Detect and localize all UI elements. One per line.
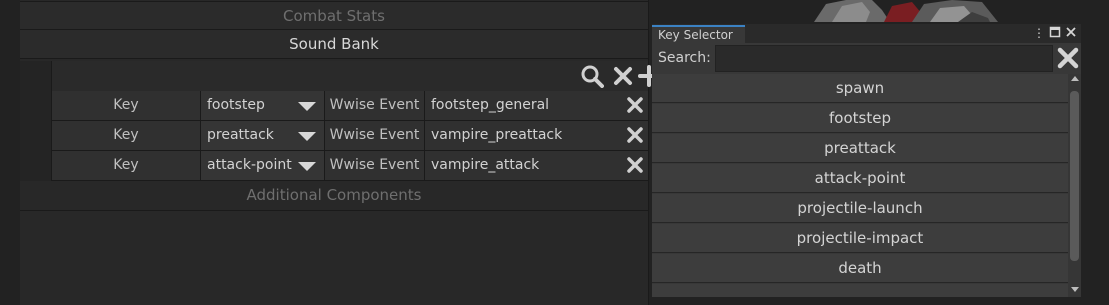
list-item[interactable]: preattack — [652, 134, 1068, 163]
search-label: Search: — [658, 50, 711, 66]
wwise-event-value: footstep_general — [431, 97, 550, 113]
table-row: Key footstep Wwise Event footstep_genera… — [52, 91, 648, 121]
key-dropdown[interactable]: footstep — [201, 91, 325, 120]
dropdown-arrow-icon — [298, 132, 316, 141]
wwise-event-value: vampire_preattack — [431, 127, 563, 143]
remove-row-icon[interactable] — [626, 126, 644, 144]
key-label: Key — [52, 91, 201, 120]
dropdown-arrow-icon — [298, 162, 316, 171]
wwise-event-value: vampire_attack — [431, 157, 540, 173]
close-icon[interactable] — [1064, 26, 1078, 40]
wwise-event-field[interactable]: vampire_attack — [425, 151, 648, 180]
section-combat-stats[interactable]: Combat Stats — [20, 1, 648, 30]
key-selector-window: Search: spawn footstep preattack attack-… — [652, 43, 1081, 297]
list-drag-gutter — [20, 61, 52, 181]
search-icon[interactable] — [580, 64, 604, 88]
key-list: spawn footstep preattack attack-point pr… — [652, 74, 1068, 297]
inspector-panel: Combat Stats Sound Bank Key footstep Wwi… — [20, 0, 660, 305]
key-dropdown-value: attack-point — [207, 157, 292, 173]
character-preview-image — [812, 0, 1002, 22]
key-label: Key — [52, 121, 201, 150]
scrollbar-thumb[interactable] — [1070, 91, 1079, 261]
dropdown-arrow-icon — [298, 102, 316, 111]
remove-row-icon[interactable] — [626, 156, 644, 174]
search-input[interactable] — [715, 45, 1053, 72]
key-dropdown[interactable]: preattack — [201, 121, 325, 150]
list-item[interactable]: projectile-impact — [652, 224, 1068, 253]
list-item[interactable]: attack-point — [652, 164, 1068, 193]
key-dropdown-value: footstep — [207, 97, 265, 113]
key-selector-tab-bar: Key Selector ⋮ — [652, 24, 1081, 43]
wwise-event-label: Wwise Event — [325, 151, 425, 180]
scroll-up-arrow-icon[interactable] — [1071, 76, 1079, 81]
list-item-partial[interactable] — [652, 284, 1068, 297]
table-row: Key preattack Wwise Event vampire_preatt… — [52, 121, 648, 151]
table-row: Key attack-point Wwise Event vampire_att… — [52, 151, 648, 181]
wwise-event-field[interactable]: vampire_preattack — [425, 121, 648, 150]
list-item[interactable]: footstep — [652, 104, 1068, 133]
list-item[interactable]: spawn — [652, 74, 1068, 103]
scroll-down-arrow-icon[interactable] — [1071, 287, 1079, 292]
section-additional-components[interactable]: Additional Components — [20, 181, 648, 211]
list-item[interactable]: death — [652, 254, 1068, 283]
section-sound-bank[interactable]: Sound Bank — [20, 30, 648, 59]
wwise-event-label: Wwise Event — [325, 121, 425, 150]
wwise-event-label: Wwise Event — [325, 91, 425, 120]
list-toolbar — [52, 61, 660, 92]
list-item[interactable]: projectile-launch — [652, 194, 1068, 223]
key-label: Key — [52, 151, 201, 180]
menu-kebab-icon[interactable]: ⋮ — [1032, 26, 1046, 40]
tab-key-selector[interactable]: Key Selector — [652, 25, 745, 43]
wwise-event-field[interactable]: footstep_general — [425, 91, 648, 120]
clear-icon[interactable] — [611, 64, 635, 88]
key-dropdown[interactable]: attack-point — [201, 151, 325, 180]
clear-search-icon[interactable] — [1057, 47, 1079, 69]
key-dropdown-value: preattack — [207, 127, 274, 143]
remove-row-icon[interactable] — [626, 96, 644, 114]
maximize-icon[interactable] — [1048, 26, 1062, 40]
vertical-scrollbar[interactable] — [1068, 74, 1081, 297]
